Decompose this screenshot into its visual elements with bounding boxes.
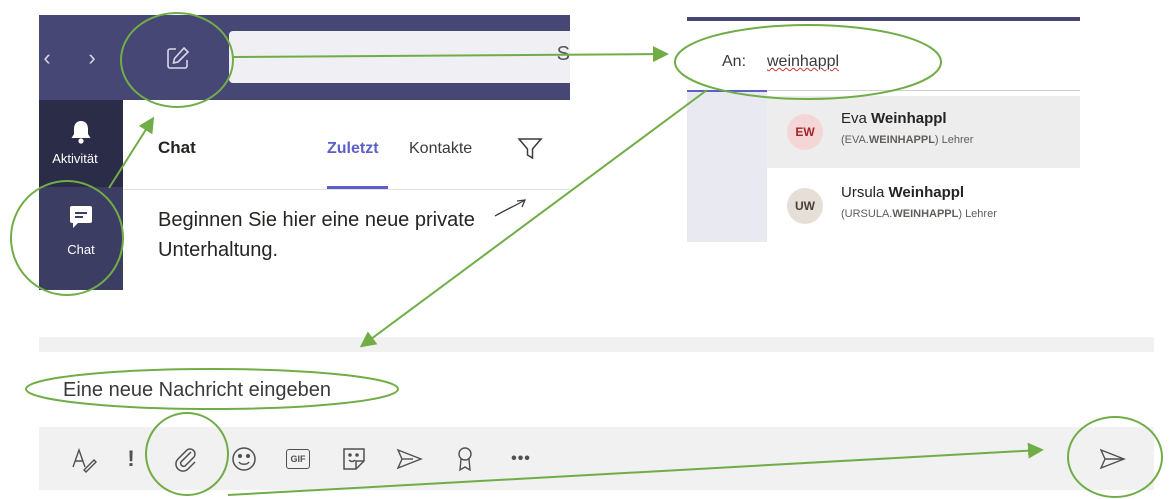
to-field-divider [767,90,1080,91]
gif-icon[interactable]: GIF [282,443,314,475]
important-icon[interactable]: ! [115,443,147,475]
suggestion-name: Ursula Weinhappl [841,184,965,201]
rail-item-activity[interactable]: Aktivität [39,115,123,185]
composer-toolbar [39,430,1154,490]
bell-icon [70,119,92,145]
to-label: An: [722,53,747,70]
search-placeholder: S [556,43,570,65]
sticker-icon[interactable] [338,443,370,475]
suggestion-item[interactable]: EW Eva Weinhappl (EVA.WEINHAPPL) Lehrer [767,96,1080,168]
curved-arrow-icon [493,196,529,222]
chat-icon [69,204,93,230]
meet-icon[interactable] [393,443,425,475]
search-input[interactable]: S [229,31,570,83]
avatar: EW [787,114,823,150]
tab-contacts[interactable]: Kontakte [409,140,472,158]
to-panel-top-border [687,17,1080,21]
suggestion-name: Eva Weinhappl [841,110,947,127]
header-divider [123,189,570,190]
attach-icon[interactable] [170,443,202,475]
to-recipient-input[interactable]: weinhappl [767,53,839,71]
message-input-placeholder: Eine neue Nachricht eingeben [63,379,331,401]
suggestion-side-strip [687,92,767,242]
suggestion-detail: (EVA.WEINHAPPL) Lehrer [841,134,974,146]
praise-icon[interactable] [449,443,481,475]
rail-label-activity: Aktivität [52,151,98,166]
avatar: UW [787,188,823,224]
compose-icon[interactable] [165,45,191,71]
chat-list-title: Chat [158,138,196,157]
suggestion-detail: (URSULA.WEINHAPPL) Lehrer [841,208,997,220]
new-chat-hint: Beginnen Sie hier eine neue private Unte… [158,209,475,261]
send-icon[interactable] [1096,443,1128,475]
gif-label: GIF [286,449,310,469]
more-icon[interactable]: ••• [505,443,537,475]
rail-item-chat[interactable]: Chat [39,202,123,272]
tab-recent[interactable]: Zuletzt [327,140,379,158]
rail-label-chat: Chat [67,242,95,257]
forward-arrow-icon[interactable]: › [81,15,103,100]
filter-icon[interactable] [516,134,544,162]
suggestion-item[interactable]: UW Ursula Weinhappl (URSULA.WEINHAPPL) L… [767,170,1080,242]
emoji-icon[interactable] [228,443,260,475]
format-icon[interactable] [67,443,99,475]
back-arrow-icon[interactable]: ‹ [36,15,58,100]
